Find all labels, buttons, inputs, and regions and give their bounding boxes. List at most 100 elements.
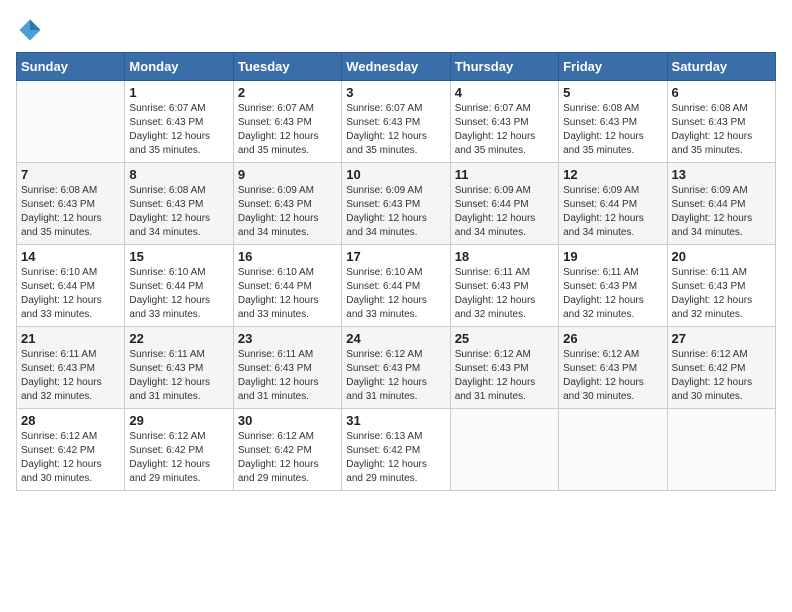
day-number: 22 bbox=[129, 331, 228, 346]
day-number: 25 bbox=[455, 331, 554, 346]
day-header-tuesday: Tuesday bbox=[233, 53, 341, 81]
cell-info: Sunrise: 6:10 AMSunset: 6:44 PMDaylight:… bbox=[238, 266, 337, 322]
day-number: 6 bbox=[672, 85, 771, 100]
calendar-cell: 16 Sunrise: 6:10 AMSunset: 6:44 PMDaylig… bbox=[233, 245, 341, 327]
cell-info: Sunrise: 6:07 AMSunset: 6:43 PMDaylight:… bbox=[346, 102, 445, 158]
calendar-cell: 20 Sunrise: 6:11 AMSunset: 6:43 PMDaylig… bbox=[667, 245, 775, 327]
day-number: 16 bbox=[238, 249, 337, 264]
calendar-cell: 26 Sunrise: 6:12 AMSunset: 6:43 PMDaylig… bbox=[559, 327, 667, 409]
calendar-cell: 15 Sunrise: 6:10 AMSunset: 6:44 PMDaylig… bbox=[125, 245, 233, 327]
calendar-cell: 27 Sunrise: 6:12 AMSunset: 6:42 PMDaylig… bbox=[667, 327, 775, 409]
day-number: 17 bbox=[346, 249, 445, 264]
cell-info: Sunrise: 6:07 AMSunset: 6:43 PMDaylight:… bbox=[455, 102, 554, 158]
calendar-cell: 3 Sunrise: 6:07 AMSunset: 6:43 PMDayligh… bbox=[342, 81, 450, 163]
week-row-5: 28 Sunrise: 6:12 AMSunset: 6:42 PMDaylig… bbox=[17, 409, 776, 491]
day-number: 30 bbox=[238, 413, 337, 428]
cell-info: Sunrise: 6:12 AMSunset: 6:43 PMDaylight:… bbox=[563, 348, 662, 404]
day-number: 27 bbox=[672, 331, 771, 346]
cell-info: Sunrise: 6:11 AMSunset: 6:43 PMDaylight:… bbox=[672, 266, 771, 322]
calendar-cell bbox=[667, 409, 775, 491]
day-number: 24 bbox=[346, 331, 445, 346]
calendar-cell: 23 Sunrise: 6:11 AMSunset: 6:43 PMDaylig… bbox=[233, 327, 341, 409]
calendar-cell: 2 Sunrise: 6:07 AMSunset: 6:43 PMDayligh… bbox=[233, 81, 341, 163]
calendar-cell bbox=[17, 81, 125, 163]
day-header-monday: Monday bbox=[125, 53, 233, 81]
logo bbox=[16, 16, 48, 44]
day-number: 21 bbox=[21, 331, 120, 346]
day-number: 10 bbox=[346, 167, 445, 182]
page-header bbox=[16, 16, 776, 44]
calendar-cell bbox=[559, 409, 667, 491]
cell-info: Sunrise: 6:10 AMSunset: 6:44 PMDaylight:… bbox=[346, 266, 445, 322]
cell-info: Sunrise: 6:11 AMSunset: 6:43 PMDaylight:… bbox=[563, 266, 662, 322]
day-number: 1 bbox=[129, 85, 228, 100]
day-number: 28 bbox=[21, 413, 120, 428]
calendar-cell bbox=[450, 409, 558, 491]
day-number: 9 bbox=[238, 167, 337, 182]
calendar-cell: 29 Sunrise: 6:12 AMSunset: 6:42 PMDaylig… bbox=[125, 409, 233, 491]
day-number: 11 bbox=[455, 167, 554, 182]
cell-info: Sunrise: 6:11 AMSunset: 6:43 PMDaylight:… bbox=[21, 348, 120, 404]
calendar-cell: 21 Sunrise: 6:11 AMSunset: 6:43 PMDaylig… bbox=[17, 327, 125, 409]
cell-info: Sunrise: 6:11 AMSunset: 6:43 PMDaylight:… bbox=[455, 266, 554, 322]
week-row-1: 1 Sunrise: 6:07 AMSunset: 6:43 PMDayligh… bbox=[17, 81, 776, 163]
day-number: 8 bbox=[129, 167, 228, 182]
cell-info: Sunrise: 6:12 AMSunset: 6:42 PMDaylight:… bbox=[21, 430, 120, 486]
week-row-4: 21 Sunrise: 6:11 AMSunset: 6:43 PMDaylig… bbox=[17, 327, 776, 409]
calendar-cell: 6 Sunrise: 6:08 AMSunset: 6:43 PMDayligh… bbox=[667, 81, 775, 163]
calendar-cell: 7 Sunrise: 6:08 AMSunset: 6:43 PMDayligh… bbox=[17, 163, 125, 245]
cell-info: Sunrise: 6:10 AMSunset: 6:44 PMDaylight:… bbox=[129, 266, 228, 322]
day-number: 12 bbox=[563, 167, 662, 182]
cell-info: Sunrise: 6:11 AMSunset: 6:43 PMDaylight:… bbox=[238, 348, 337, 404]
calendar-cell: 17 Sunrise: 6:10 AMSunset: 6:44 PMDaylig… bbox=[342, 245, 450, 327]
calendar-cell: 8 Sunrise: 6:08 AMSunset: 6:43 PMDayligh… bbox=[125, 163, 233, 245]
cell-info: Sunrise: 6:07 AMSunset: 6:43 PMDaylight:… bbox=[238, 102, 337, 158]
day-number: 5 bbox=[563, 85, 662, 100]
cell-info: Sunrise: 6:09 AMSunset: 6:44 PMDaylight:… bbox=[455, 184, 554, 240]
calendar-cell: 11 Sunrise: 6:09 AMSunset: 6:44 PMDaylig… bbox=[450, 163, 558, 245]
cell-info: Sunrise: 6:12 AMSunset: 6:42 PMDaylight:… bbox=[672, 348, 771, 404]
day-header-wednesday: Wednesday bbox=[342, 53, 450, 81]
day-number: 4 bbox=[455, 85, 554, 100]
cell-info: Sunrise: 6:09 AMSunset: 6:44 PMDaylight:… bbox=[672, 184, 771, 240]
calendar-cell: 12 Sunrise: 6:09 AMSunset: 6:44 PMDaylig… bbox=[559, 163, 667, 245]
day-number: 7 bbox=[21, 167, 120, 182]
day-number: 23 bbox=[238, 331, 337, 346]
calendar-cell: 25 Sunrise: 6:12 AMSunset: 6:43 PMDaylig… bbox=[450, 327, 558, 409]
calendar-cell: 24 Sunrise: 6:12 AMSunset: 6:43 PMDaylig… bbox=[342, 327, 450, 409]
cell-info: Sunrise: 6:09 AMSunset: 6:44 PMDaylight:… bbox=[563, 184, 662, 240]
day-number: 3 bbox=[346, 85, 445, 100]
calendar-cell: 31 Sunrise: 6:13 AMSunset: 6:42 PMDaylig… bbox=[342, 409, 450, 491]
calendar-cell: 9 Sunrise: 6:09 AMSunset: 6:43 PMDayligh… bbox=[233, 163, 341, 245]
day-number: 26 bbox=[563, 331, 662, 346]
day-number: 14 bbox=[21, 249, 120, 264]
day-number: 15 bbox=[129, 249, 228, 264]
calendar-cell: 22 Sunrise: 6:11 AMSunset: 6:43 PMDaylig… bbox=[125, 327, 233, 409]
day-header-thursday: Thursday bbox=[450, 53, 558, 81]
header-row: SundayMondayTuesdayWednesdayThursdayFrid… bbox=[17, 53, 776, 81]
calendar-table: SundayMondayTuesdayWednesdayThursdayFrid… bbox=[16, 52, 776, 491]
cell-info: Sunrise: 6:08 AMSunset: 6:43 PMDaylight:… bbox=[129, 184, 228, 240]
day-number: 18 bbox=[455, 249, 554, 264]
day-number: 20 bbox=[672, 249, 771, 264]
calendar-cell: 28 Sunrise: 6:12 AMSunset: 6:42 PMDaylig… bbox=[17, 409, 125, 491]
cell-info: Sunrise: 6:09 AMSunset: 6:43 PMDaylight:… bbox=[238, 184, 337, 240]
cell-info: Sunrise: 6:13 AMSunset: 6:42 PMDaylight:… bbox=[346, 430, 445, 486]
calendar-cell: 10 Sunrise: 6:09 AMSunset: 6:43 PMDaylig… bbox=[342, 163, 450, 245]
cell-info: Sunrise: 6:08 AMSunset: 6:43 PMDaylight:… bbox=[21, 184, 120, 240]
calendar-cell: 14 Sunrise: 6:10 AMSunset: 6:44 PMDaylig… bbox=[17, 245, 125, 327]
cell-info: Sunrise: 6:08 AMSunset: 6:43 PMDaylight:… bbox=[563, 102, 662, 158]
cell-info: Sunrise: 6:12 AMSunset: 6:42 PMDaylight:… bbox=[238, 430, 337, 486]
day-number: 31 bbox=[346, 413, 445, 428]
day-number: 13 bbox=[672, 167, 771, 182]
cell-info: Sunrise: 6:12 AMSunset: 6:43 PMDaylight:… bbox=[455, 348, 554, 404]
cell-info: Sunrise: 6:11 AMSunset: 6:43 PMDaylight:… bbox=[129, 348, 228, 404]
calendar-cell: 30 Sunrise: 6:12 AMSunset: 6:42 PMDaylig… bbox=[233, 409, 341, 491]
logo-icon bbox=[16, 16, 44, 44]
cell-info: Sunrise: 6:12 AMSunset: 6:42 PMDaylight:… bbox=[129, 430, 228, 486]
cell-info: Sunrise: 6:09 AMSunset: 6:43 PMDaylight:… bbox=[346, 184, 445, 240]
calendar-cell: 5 Sunrise: 6:08 AMSunset: 6:43 PMDayligh… bbox=[559, 81, 667, 163]
day-number: 19 bbox=[563, 249, 662, 264]
day-number: 29 bbox=[129, 413, 228, 428]
cell-info: Sunrise: 6:12 AMSunset: 6:43 PMDaylight:… bbox=[346, 348, 445, 404]
